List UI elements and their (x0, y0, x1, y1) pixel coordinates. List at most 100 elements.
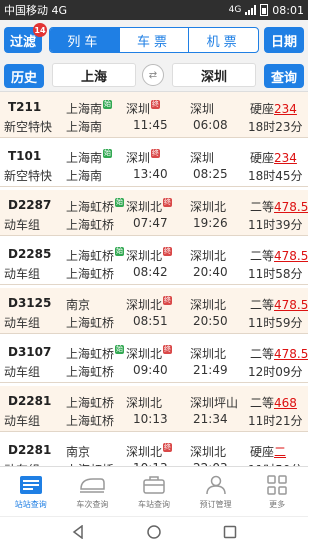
departure-time-text: 08:42 (133, 265, 168, 279)
terminal-end-icon: 终 (163, 247, 173, 256)
tab-booking[interactable]: 预订管理 (185, 467, 247, 516)
train-row[interactable]: T211 新空特快 上海南始上海南 深圳终 11:45 深圳 06:08 18时23分 硬座23… (0, 92, 308, 138)
back-icon[interactable] (71, 524, 85, 543)
train-row[interactable]: D2281动车组南京上海虹桥深圳北终10:13深圳北22:0311时50分硬座二 (0, 435, 308, 466)
train-code-text: D2287 (8, 198, 52, 212)
train-row[interactable]: D3107 动车组 上海虹桥始上海虹桥 深圳北终 09:40 深圳北 21:49 12时09分… (0, 337, 308, 383)
arrival-time: 08:25 (193, 167, 228, 181)
destination-station-text: 深圳北 (126, 445, 163, 459)
arrival-time-text: 20:40 (193, 265, 228, 279)
network-label: 4G (228, 5, 242, 15)
ticket-price[interactable]: 234 (274, 151, 297, 165)
train-row[interactable]: D2285 动车组 上海虹桥始上海虹桥 深圳北终 08:42 深圳北 20:40 11时58分… (0, 239, 308, 285)
seat-class: 二等 (250, 298, 275, 312)
seat-class: 二等 (250, 396, 275, 410)
train-type-text: 新空特快 (4, 120, 53, 134)
history-button[interactable]: 历史 (4, 64, 44, 88)
to-station-field[interactable]: 深圳 (172, 63, 256, 87)
seat-class: 二等 (250, 249, 275, 263)
boarding-station: 上海虹桥 (66, 216, 114, 233)
boarding-station-text: 上海虹桥 (66, 316, 115, 330)
from-station-field[interactable]: 上海 (52, 63, 136, 87)
destination-station: 深圳北终 (126, 247, 173, 264)
battery-icon (260, 4, 269, 16)
train-row[interactable]: D3125 动车组 南京 上海虹桥 深圳北终 08:51 深圳北 20:50 11时59分 二等4… (0, 288, 308, 334)
ticket-price[interactable]: 478.5 (274, 347, 308, 361)
destination-station-text: 深圳北 (126, 249, 163, 263)
ticket-price[interactable]: 234 (274, 102, 297, 116)
recent-apps-icon[interactable] (223, 524, 237, 543)
seat-price[interactable]: 二等478.5 (250, 345, 308, 362)
ticket-price[interactable]: 478.5 (274, 249, 308, 263)
arrival-time-text: 06:08 (193, 118, 228, 132)
tab-train[interactable]: 列车 (50, 28, 119, 52)
train-code: D2281 (8, 394, 51, 408)
arrival-time-text: 08:25 (193, 167, 228, 181)
seat-price[interactable]: 二等478.5 (250, 296, 308, 313)
seat-price[interactable]: 硬座234 (250, 100, 297, 117)
boarding-station: 上海虹桥 (66, 412, 114, 429)
seat-price[interactable]: 二等478.5 (250, 198, 308, 215)
train-code: D2287 (8, 198, 51, 212)
origin-station-text: 南京 (66, 445, 91, 459)
train-type: 动车组 (4, 216, 40, 233)
train-row[interactable]: D2281 动车组 上海虹桥 上海虹桥 深圳北 10:13 深圳坪山 21:34 11时21分二… (0, 386, 308, 432)
arrival-time: 19:26 (193, 216, 228, 230)
ticket-price[interactable]: 478.5 (274, 298, 308, 312)
terminal-end-icon: 终 (151, 149, 161, 158)
train-code: T101 (8, 149, 41, 163)
travel-duration: 18时45分 (248, 167, 303, 184)
filter-count-badge: 14 (33, 23, 47, 37)
swap-stations-icon[interactable]: ⇄ (142, 64, 164, 86)
tab-flight[interactable]: 机票 (188, 28, 258, 52)
alighting-station: 深圳北 (190, 247, 226, 264)
train-row[interactable]: T101 新空特快 上海南始上海南 深圳终 13:40 深圳 08:25 18时45分 硬座23… (0, 141, 308, 187)
train-row[interactable]: D2287 动车组 上海虹桥始上海虹桥 深圳北终 07:47 深圳北 19:26 11时39分… (0, 190, 308, 236)
ticket-price[interactable]: 二 (274, 445, 286, 459)
home-icon[interactable] (147, 524, 161, 543)
origin-station: 上海虹桥始 (66, 247, 125, 264)
train-code-text: D2281 (8, 443, 52, 457)
train-code-text: T101 (8, 149, 42, 163)
arrival-time: 06:08 (193, 118, 228, 132)
bottom-tab-bar: 站站查询 车次查询 车站查询 预订管理 更多 (0, 466, 308, 516)
query-button[interactable]: 查询 (264, 64, 304, 88)
date-button[interactable]: 日期 (264, 27, 304, 53)
destination-station: 深圳终 (126, 100, 161, 117)
ticket-price[interactable]: 478.5 (274, 200, 308, 214)
seat-price[interactable]: 硬座二 (250, 443, 286, 460)
origin-start-icon: 始 (103, 100, 113, 109)
tab-label: 预订管理 (199, 499, 232, 509)
tab-label: 车站查询 (137, 499, 170, 509)
origin-station-text: 上海南 (66, 151, 103, 165)
filter-button[interactable]: 过滤 14 (4, 23, 47, 53)
ticket-price[interactable]: 468 (274, 396, 297, 410)
travel-duration: 11时39分 (248, 216, 303, 233)
tab-ticket[interactable]: 车票 (118, 28, 189, 52)
seat-price[interactable]: 二等468 (250, 394, 297, 411)
destination-station-text: 深圳北 (126, 347, 163, 361)
seat-class: 二等 (250, 200, 275, 214)
tab-station-info[interactable]: 车站查询 (123, 467, 185, 516)
departure-time-text: 13:40 (133, 167, 168, 181)
alighting-station: 深圳北 (190, 296, 226, 313)
terminal-end-icon: 终 (151, 100, 161, 109)
train-code: T211 (8, 100, 41, 114)
train-code: D2281 (8, 443, 51, 457)
seat-price[interactable]: 硬座234 (250, 149, 297, 166)
alighting-station: 深圳 (190, 149, 214, 166)
tab-more[interactable]: 更多 (246, 467, 308, 516)
origin-station: 南京 (66, 296, 90, 313)
boarding-station-text: 上海虹桥 (66, 414, 115, 428)
origin-start-icon: 始 (115, 247, 125, 256)
alighting-station: 深圳北 (190, 443, 226, 460)
origin-station: 南京 (66, 443, 90, 460)
destination-station-text: 深圳北 (126, 200, 163, 214)
tab-station-search[interactable]: 站站查询 (0, 467, 62, 516)
arrival-time-text: 21:49 (193, 363, 228, 377)
train-code-text: D2281 (8, 394, 52, 408)
origin-station: 上海虹桥始 (66, 198, 125, 215)
departure-time-text: 07:47 (133, 216, 168, 230)
seat-price[interactable]: 二等478.5 (250, 247, 308, 264)
tab-train-search[interactable]: 车次查询 (62, 467, 124, 516)
